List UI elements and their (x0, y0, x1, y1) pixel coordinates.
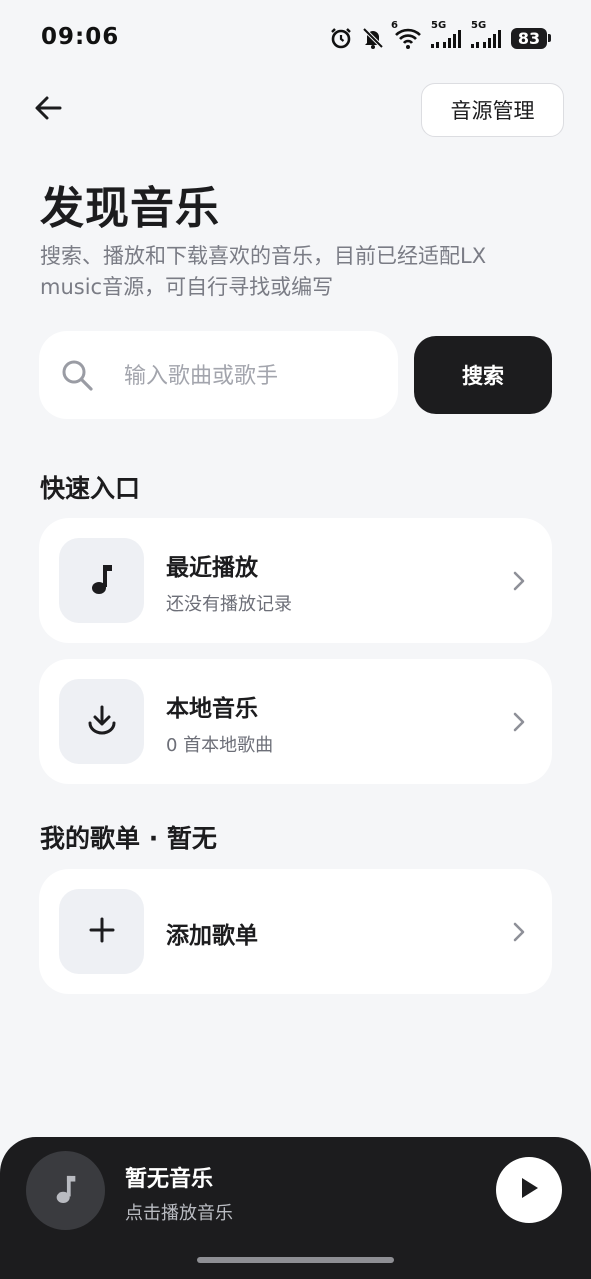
mini-player[interactable]: 暂无音乐 点击播放音乐 (0, 1137, 591, 1279)
player-title: 暂无音乐 (125, 1167, 214, 1192)
player-cover (26, 1151, 105, 1230)
card-title: 添加歌单 (166, 923, 258, 949)
card-title: 最近播放 (166, 555, 258, 581)
bell-off-icon (361, 26, 385, 50)
card-icon-box (59, 538, 144, 623)
playlists-title: 我的歌单 · 暂无 (40, 824, 217, 853)
recent-play-card[interactable]: 最近播放 还没有播放记录 (39, 518, 552, 643)
arrow-left-icon (33, 93, 63, 127)
card-icon-box (59, 889, 144, 974)
status-icons: 6 5G 5G 83 (329, 20, 551, 52)
search-icon (60, 358, 94, 396)
page-description: 搜索、播放和下载喜欢的音乐，目前已经适配LX music音源，可自行寻找或编写 (40, 244, 487, 299)
chevron-right-icon (512, 570, 526, 596)
download-icon (85, 703, 119, 741)
battery-level: 83 (511, 27, 547, 49)
plus-icon (88, 916, 116, 948)
add-playlist-card[interactable]: 添加歌单 (39, 869, 552, 994)
card-icon-box (59, 679, 144, 764)
status-time: 09:06 (41, 24, 120, 50)
music-note-icon (87, 562, 117, 600)
back-button[interactable] (28, 90, 68, 130)
wifi-label: 6 (391, 20, 398, 31)
card-subtitle: 0 首本地歌曲 (166, 735, 274, 756)
search-input[interactable] (124, 356, 384, 396)
chevron-right-icon (512, 711, 526, 737)
wifi-icon: 6 (391, 20, 423, 50)
network-label: 5G (431, 20, 447, 31)
quick-access-title: 快速入口 (40, 474, 141, 503)
source-manager-button[interactable]: 音源管理 (421, 83, 564, 137)
player-subtitle: 点击播放音乐 (125, 1203, 233, 1224)
card-subtitle: 还没有播放记录 (166, 594, 292, 615)
search-button[interactable]: 搜索 (414, 336, 552, 414)
chevron-right-icon (512, 921, 526, 947)
page-title: 发现音乐 (40, 183, 220, 234)
status-bar: 09:06 6 5G 5G 83 (0, 0, 591, 76)
signal-icon: 5G (431, 20, 463, 50)
alarm-icon (329, 26, 353, 50)
local-music-card[interactable]: 本地音乐 0 首本地歌曲 (39, 659, 552, 784)
play-icon (517, 1175, 541, 1205)
play-button[interactable] (496, 1157, 562, 1223)
card-title: 本地音乐 (166, 696, 258, 722)
music-note-icon (52, 1172, 80, 1210)
signal-icon: 5G (471, 20, 503, 50)
network-label: 5G (471, 20, 487, 31)
home-indicator[interactable] (197, 1257, 394, 1263)
battery-icon: 83 (511, 27, 551, 49)
